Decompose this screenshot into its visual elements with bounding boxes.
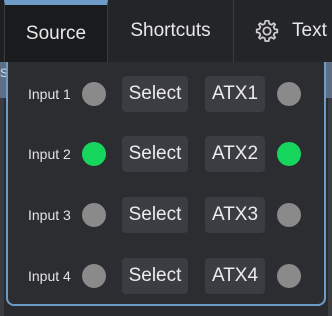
output-status-indicator: [277, 264, 301, 288]
tab-source-label: Source: [25, 22, 87, 44]
input-label: Input 4: [28, 268, 71, 284]
source-panel: Input 1 Select ATX1 Input 2 Select ATX2 …: [6, 62, 326, 306]
output-button[interactable]: ATX1: [205, 76, 265, 112]
app-window: s Source Shortcuts Text Input 1 Select A…: [0, 0, 332, 316]
output-button[interactable]: ATX4: [205, 258, 265, 294]
tab-text-label: Text: [292, 20, 327, 41]
output-status-indicator: [277, 142, 301, 166]
source-row: Input 3 Select ATX3: [8, 195, 324, 235]
select-button[interactable]: Select: [122, 197, 188, 233]
input-label: Input 2: [28, 146, 71, 162]
input-status-indicator: [82, 82, 106, 106]
input-status-indicator: [82, 203, 106, 227]
input-status-indicator: [82, 264, 106, 288]
source-row: Input 1 Select ATX1: [8, 74, 324, 114]
select-button[interactable]: Select: [122, 136, 188, 172]
output-status-indicator: [277, 82, 301, 106]
tab-bar: Source Shortcuts Text: [0, 0, 332, 62]
input-label: Input 1: [28, 86, 71, 102]
tab-source[interactable]: Source: [4, 0, 108, 62]
tab-text[interactable]: Text: [234, 0, 332, 62]
source-row: Input 4 Select ATX4: [8, 256, 324, 296]
tab-shortcuts-label: Shortcuts: [130, 20, 211, 41]
input-status-indicator: [82, 142, 106, 166]
select-button[interactable]: Select: [122, 258, 188, 294]
background-edge-left: [0, 98, 4, 316]
tab-shortcuts[interactable]: Shortcuts: [108, 0, 234, 62]
select-button[interactable]: Select: [122, 76, 188, 112]
gear-icon: [254, 18, 280, 44]
background-edge-right: [328, 98, 332, 316]
output-button[interactable]: ATX3: [205, 197, 265, 233]
output-status-indicator: [277, 203, 301, 227]
output-button[interactable]: ATX2: [205, 136, 265, 172]
input-label: Input 3: [28, 207, 71, 223]
source-row: Input 2 Select ATX2: [8, 134, 324, 174]
